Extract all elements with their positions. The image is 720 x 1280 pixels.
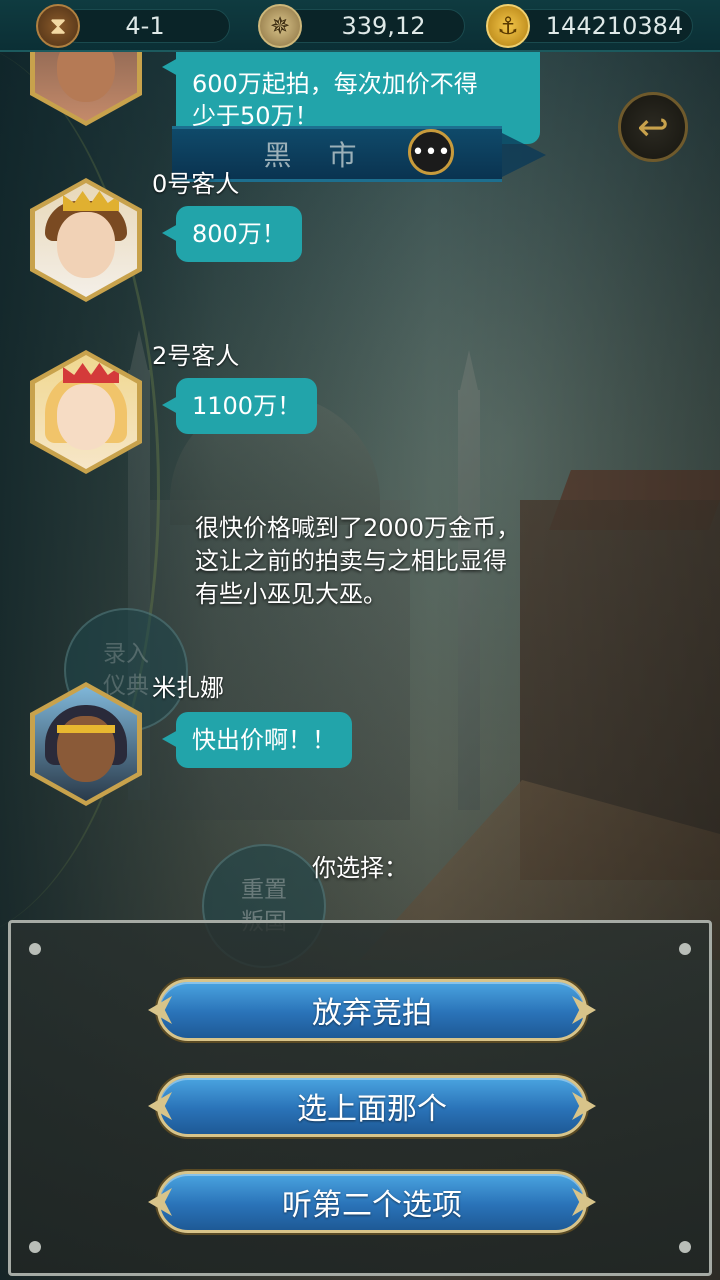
narration-text: 很快价格喊到了2000万金币，这让之前的拍卖与之相比显得有些小巫见大巫。 <box>195 514 521 608</box>
bubble-text: 1100万！ <box>192 392 302 420</box>
gold-display: 144210384 <box>510 9 693 43</box>
choice-button-2[interactable]: 选上面那个 <box>157 1075 587 1137</box>
speech-bubble-icon[interactable]: ••• <box>408 129 454 175</box>
anchor-icon: ⚓ <box>486 4 530 48</box>
panel-rivet <box>29 943 41 955</box>
panel-rivet <box>679 1241 691 1253</box>
position-display: 339,12 <box>280 9 465 43</box>
speaker-name-mizana: 米扎娜 <box>152 674 224 702</box>
position-value: 339,12 <box>341 12 426 40</box>
choice-label: 放弃竞拍 <box>312 996 432 1031</box>
banner-title: 黑 市 <box>263 139 371 172</box>
panel-rivet <box>679 943 691 955</box>
top-status-bar: 4-1 ⧗ 339,12 ✵ 144210384 ⚓ <box>0 0 720 52</box>
hourglass-icon: ⧗ <box>36 4 80 48</box>
speaker-name-guest-0: 0号客人 <box>152 170 240 198</box>
back-arrow-icon[interactable]: ↩ <box>618 92 688 162</box>
chat-bubble-mizana: 快出价啊！！ <box>162 712 352 768</box>
choice-button-1[interactable]: 放弃竞拍 <box>157 979 587 1041</box>
panel-rivet <box>29 1241 41 1253</box>
compass-icon: ✵ <box>258 4 302 48</box>
bubble-text: 800万！ <box>192 220 286 248</box>
chat-bubble-guest-2: 1100万！ <box>161 378 318 434</box>
choice-prompt: 你选择： <box>312 854 408 882</box>
choice-button-3[interactable]: 听第二个选项 <box>157 1171 587 1233</box>
speaker-name-guest-2: 2号客人 <box>152 342 240 370</box>
bubble-text: 快出价啊！！ <box>192 726 336 754</box>
choice-panel: 放弃竞拍 选上面那个 听第二个选项 <box>8 920 712 1276</box>
choice-label: 选上面那个 <box>297 1092 447 1127</box>
bubble-line-1: 600万起拍，每次加价不得 <box>192 70 478 98</box>
chat-bubble-guest-0: 800万！ <box>162 206 302 262</box>
level-display: 4-1 <box>60 9 230 43</box>
gold-value: 144210384 <box>545 12 684 40</box>
choice-label: 听第二个选项 <box>282 1188 462 1223</box>
level-value: 4-1 <box>125 12 165 40</box>
